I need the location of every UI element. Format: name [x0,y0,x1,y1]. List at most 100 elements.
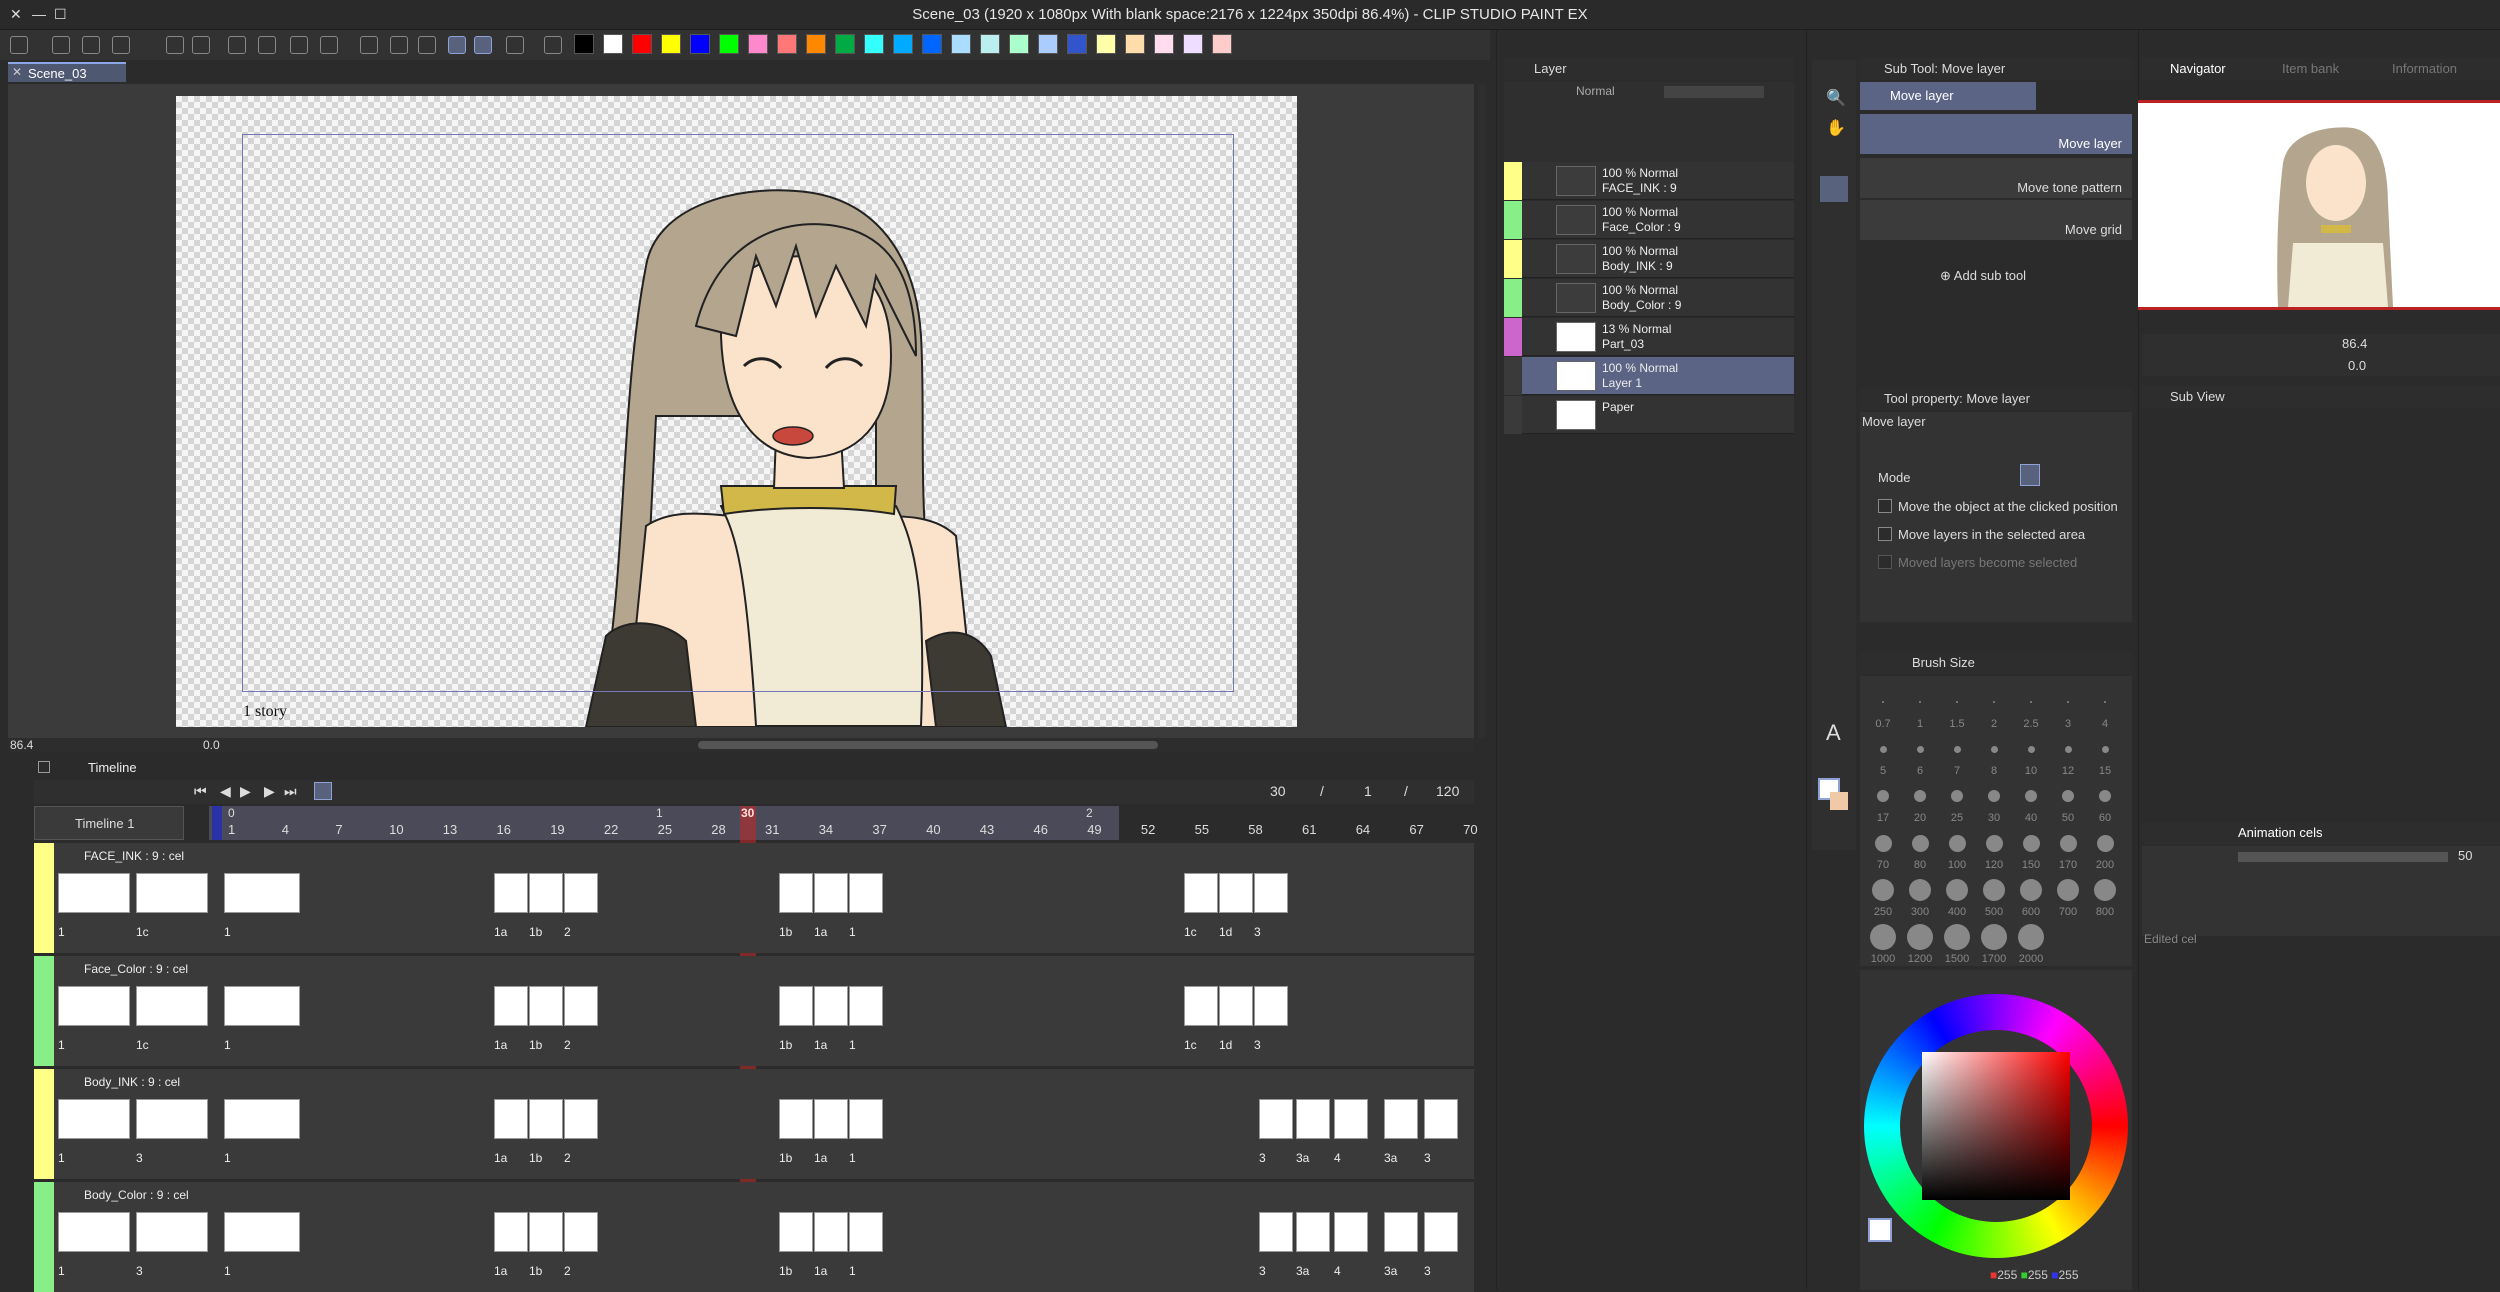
cel-thumbnail[interactable] [779,1212,813,1252]
brush-size-dot[interactable] [2030,701,2032,703]
color-swatch[interactable] [980,34,1000,54]
brush-size-dot[interactable] [1990,745,1998,753]
cel-thumbnail[interactable] [224,873,300,913]
brush-size-dot[interactable] [1948,834,1966,852]
fill-icon[interactable] [258,36,276,54]
brush-size-dot[interactable] [2064,745,2072,753]
transform-icon[interactable] [290,36,308,54]
color-swatch[interactable] [690,34,710,54]
cel-thumbnail[interactable] [136,873,208,913]
cel-thumbnail[interactable] [849,873,883,913]
brush-size-dot[interactable] [2104,701,2106,703]
cel-thumbnail[interactable] [1424,1212,1458,1252]
cel-thumbnail[interactable] [564,986,598,1026]
loop-icon[interactable] [314,782,332,800]
brush-size-dot[interactable] [2099,790,2111,802]
brush-size-dot[interactable] [1914,790,1926,802]
brush-size-dot[interactable] [2094,879,2116,901]
cel-thumbnail[interactable] [1254,873,1288,913]
cel-thumbnail[interactable] [58,1099,130,1139]
cel-thumbnail[interactable] [494,873,528,913]
brush-size-dot[interactable] [2027,745,2035,753]
help-icon[interactable] [544,36,562,54]
sub-tool-move-layer[interactable]: Move layer [1860,114,2132,154]
text-tool-icon[interactable]: A [1826,720,1841,746]
brush-size-dot[interactable] [1919,701,1921,703]
blend-mode[interactable]: Normal [1576,84,1615,98]
mode-layer-button[interactable] [2020,464,2040,486]
color-swatch[interactable] [1067,34,1087,54]
cel-thumbnail[interactable] [224,1212,300,1252]
horizontal-scrollbar[interactable] [698,741,1158,749]
cel-thumbnail[interactable] [529,1099,563,1139]
timeline-track[interactable]: Face_Color : 9 : cel 1 1c 1 1a 1b 2 1b 1a 1 1c 1d 3 [34,956,1474,1066]
layer-row[interactable]: 100 % Normal Body_INK : 9 [1504,240,1794,278]
document-tab[interactable]: ✕ Scene_03 [8,62,126,82]
cel-thumbnail[interactable] [529,873,563,913]
crop-icon[interactable] [320,36,338,54]
vector-snap-icon[interactable] [474,36,492,54]
brush-size-dot[interactable] [1983,879,2005,901]
tab-navigator[interactable]: Navigator [2170,61,2226,76]
cel-thumbnail[interactable] [1384,1099,1418,1139]
vertical-scrollbar[interactable] [1478,84,1486,738]
brush-size-dot[interactable] [2067,701,2069,703]
tab-information[interactable]: Information [2392,61,2457,76]
brush-size-dot[interactable] [1993,701,1995,703]
brush-size-dot[interactable] [1911,834,1929,852]
cel-thumbnail[interactable] [814,1212,848,1252]
hand-tool-icon[interactable]: ✋ [1826,118,1846,138]
cel-thumbnail[interactable] [779,986,813,1026]
color-swatch[interactable] [1009,34,1029,54]
add-sub-tool-button[interactable]: ⊕ Add sub tool [1940,268,2026,284]
cel-thumbnail[interactable] [849,986,883,1026]
color-swatch[interactable] [922,34,942,54]
prev-frame-icon[interactable]: ◀ [220,783,231,800]
brush-size-dot[interactable] [1951,790,1963,802]
new-file-icon[interactable] [52,36,70,54]
cel-thumbnail[interactable] [1219,986,1253,1026]
color-swatch[interactable] [777,34,797,54]
color-swatch[interactable] [574,34,594,54]
brush-size-dot[interactable] [1944,924,1970,950]
brush-size-dot[interactable] [1879,745,1887,753]
option-checkbox-1[interactable] [1878,499,1892,513]
cel-thumbnail[interactable] [849,1099,883,1139]
cel-thumbnail[interactable] [58,873,130,913]
sub-color-swatch[interactable] [1830,792,1848,810]
timeline-track[interactable]: Body_Color : 9 : cel 1 3 1 1a 1b 2 1b 1a 1 3 3a 4 3a 3 [34,1182,1474,1292]
color-swatch[interactable] [1212,34,1232,54]
layer-row[interactable]: 100 % Normal Body_Color : 9 [1504,279,1794,317]
sub-tool-move-grid[interactable]: Move grid [1860,200,2132,240]
timeline-track[interactable]: Body_INK : 9 : cel 1 3 1 1a 1b 2 1b 1a 1 3 3a 4 3a 3 [34,1069,1474,1179]
cel-thumbnail[interactable] [564,1212,598,1252]
color-swatch[interactable] [835,34,855,54]
brush-size-dot[interactable] [1916,745,1924,753]
color-swatch[interactable] [1125,34,1145,54]
brush-size-dot[interactable] [1988,790,2000,802]
brush-size-dot[interactable] [1946,879,1968,901]
last-frame-icon[interactable]: ⏭ [284,783,297,800]
cel-thumbnail[interactable] [1259,1212,1293,1252]
cel-thumbnail[interactable] [136,1099,208,1139]
brush-size-dot[interactable] [2096,834,2114,852]
brush-size-dot[interactable] [2062,790,2074,802]
cel-thumbnail[interactable] [1296,1212,1330,1252]
brush-size-dot[interactable] [1882,701,1884,703]
brush-size-dot[interactable] [2020,879,2042,901]
option-checkbox-2[interactable] [1878,527,1892,541]
cel-thumbnail[interactable] [814,873,848,913]
cel-thumbnail[interactable] [529,1212,563,1252]
cel-thumbnail[interactable] [136,986,208,1026]
open-file-icon[interactable] [82,36,100,54]
brush-size-dot[interactable] [1953,745,1961,753]
cel-thumbnail[interactable] [1334,1212,1368,1252]
timeline-ruler[interactable]: Timeline 1 0 1 2 30 1 4 7 10 13 16 19 22 25 28 31 3… [34,806,1478,1290]
brush-size-dot[interactable] [1956,701,1958,703]
brush-size-dot[interactable] [2059,834,2077,852]
color-swatch[interactable] [893,34,913,54]
cel-thumbnail[interactable] [564,1099,598,1139]
cel-thumbnail[interactable] [779,873,813,913]
next-frame-icon[interactable]: ▶ [264,783,275,800]
layer-row[interactable]: 100 % Normal Face_Color : 9 [1504,201,1794,239]
